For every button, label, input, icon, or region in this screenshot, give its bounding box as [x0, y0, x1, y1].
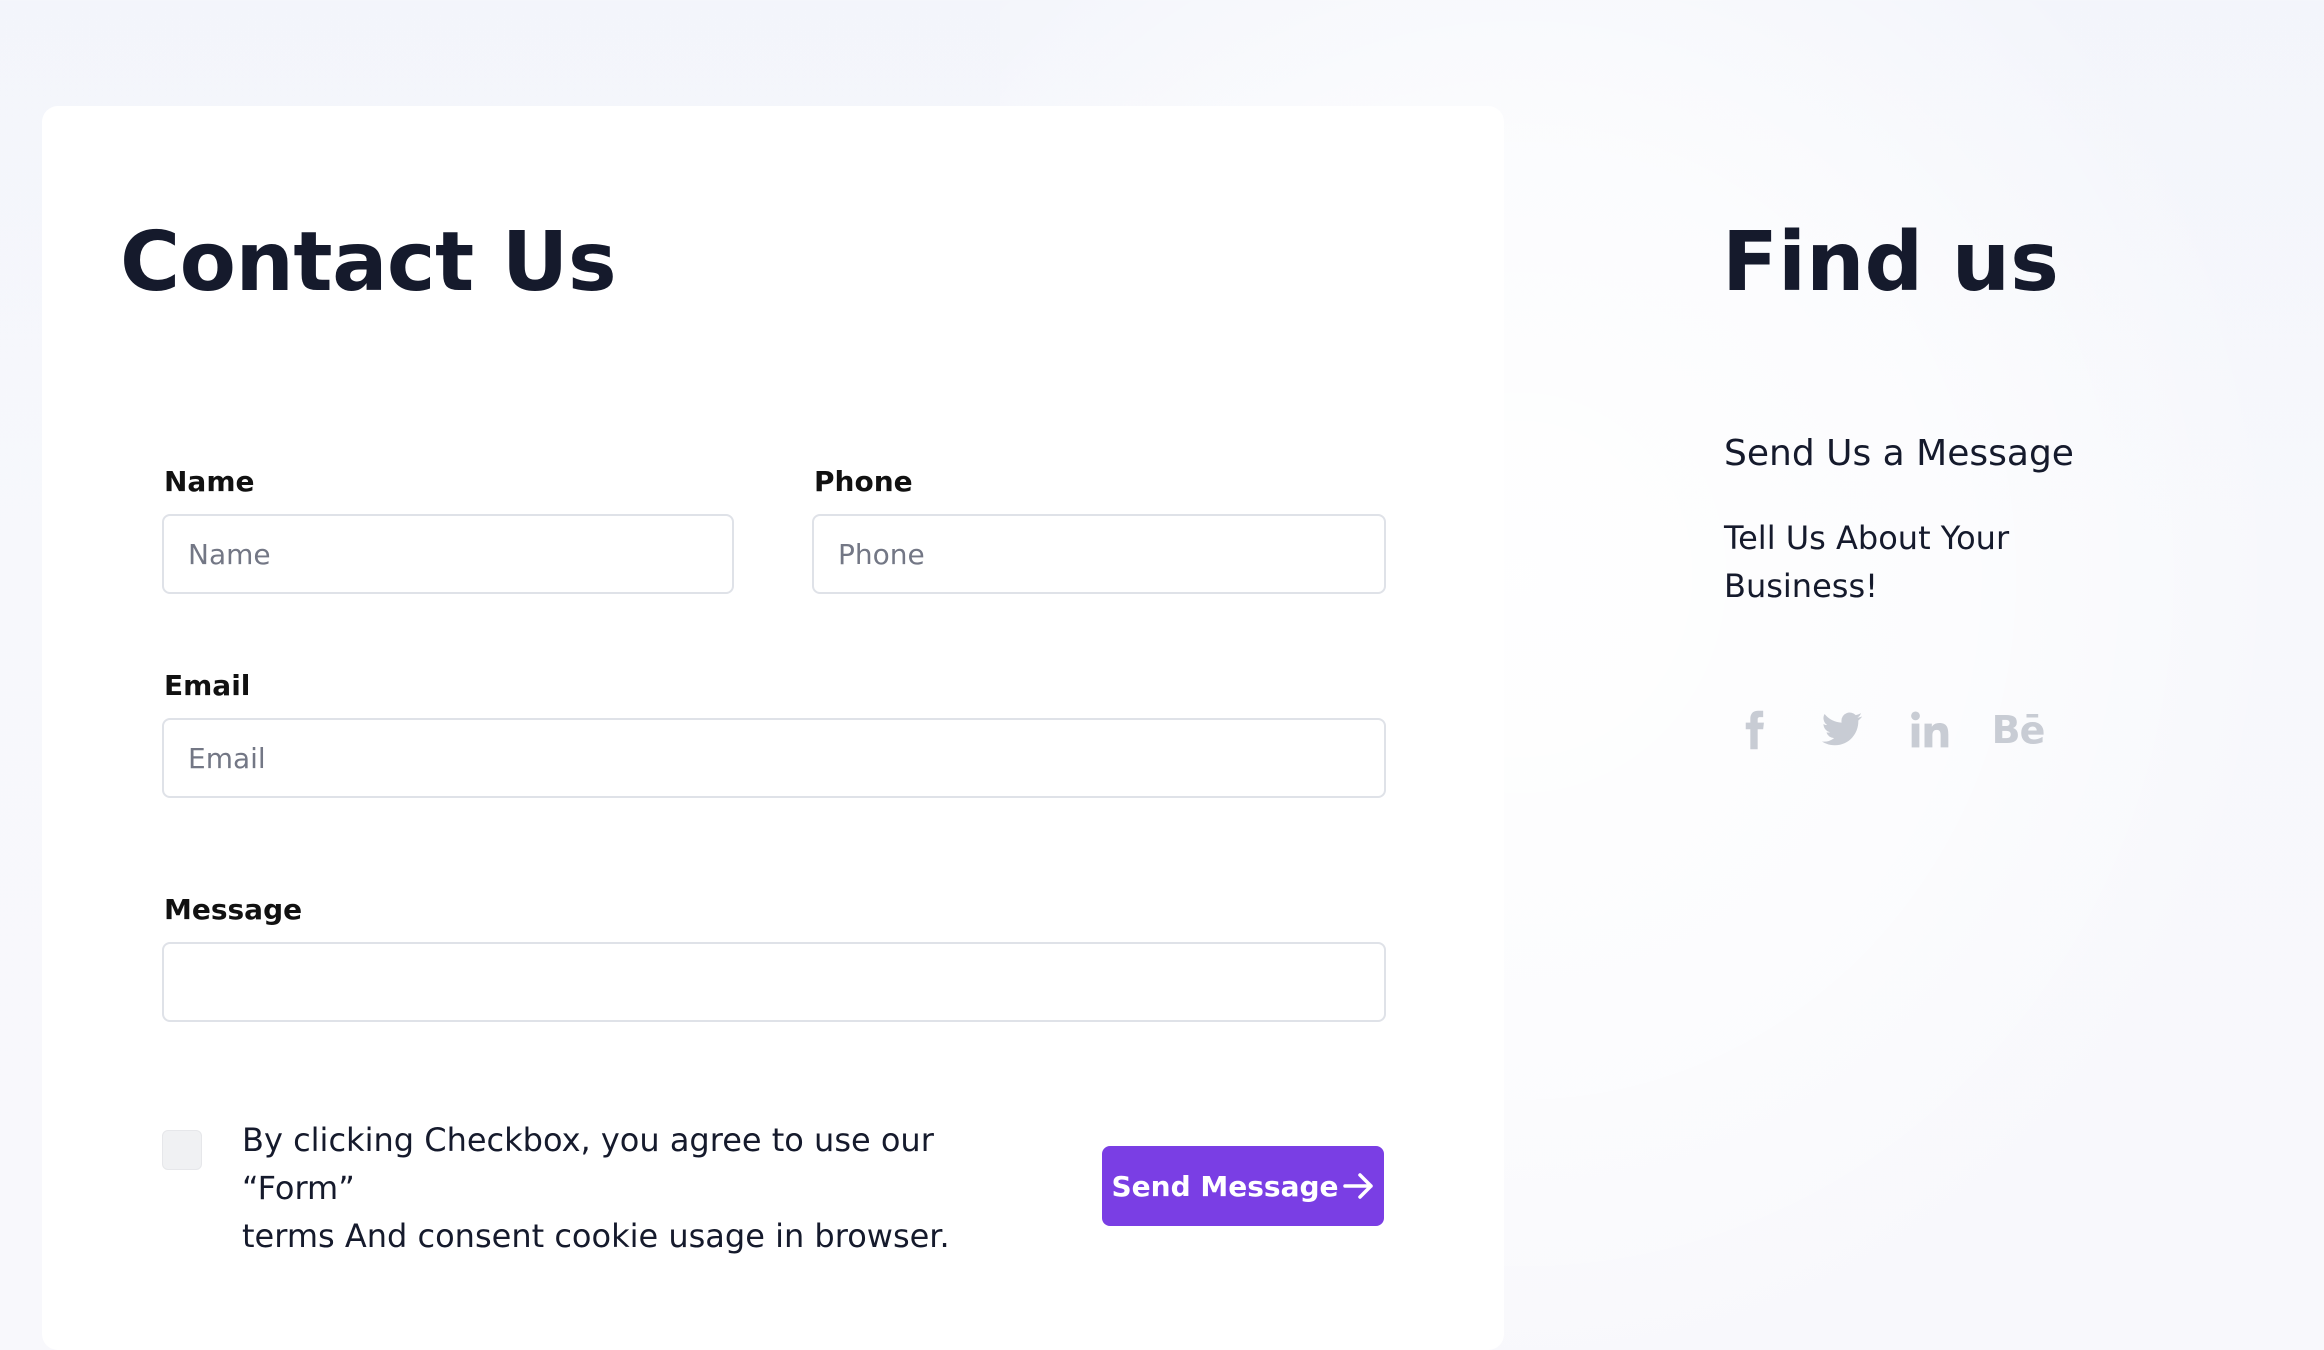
- name-input[interactable]: [162, 514, 734, 594]
- find-us-title: Find us: [1722, 215, 2059, 310]
- contact-title: Contact Us: [120, 215, 617, 310]
- twitter-icon: [1821, 712, 1863, 746]
- phone-label: Phone: [814, 465, 913, 498]
- email-input[interactable]: [162, 718, 1386, 798]
- linkedin-icon: [1911, 711, 1949, 748]
- behance-icon: Bē: [1991, 708, 2046, 752]
- consent-checkbox[interactable]: [162, 1130, 202, 1170]
- find-us-text: Tell Us About Your Business!: [1724, 514, 2144, 610]
- email-label: Email: [164, 669, 251, 702]
- find-us-text-line-1: Tell Us About Your: [1724, 519, 2010, 557]
- facebook-link[interactable]: [1730, 706, 1778, 754]
- message-label: Message: [164, 893, 303, 926]
- phone-input[interactable]: [812, 514, 1386, 594]
- send-message-button[interactable]: Send Message: [1102, 1146, 1384, 1226]
- twitter-link[interactable]: [1818, 706, 1866, 754]
- consent-text-line-1: By clicking Checkbox, you agree to use o…: [242, 1121, 934, 1207]
- facebook-icon: [1745, 710, 1764, 750]
- name-label: Name: [164, 465, 255, 498]
- send-message-label: Send Message: [1111, 1169, 1339, 1203]
- linkedin-link[interactable]: [1906, 706, 1954, 754]
- arrow-right-icon: [1342, 1173, 1373, 1199]
- consent-text-line-2: terms And consent cookie usage in browse…: [242, 1217, 950, 1255]
- behance-link[interactable]: Bē: [1991, 706, 2046, 754]
- consent-text: By clicking Checkbox, you agree to use o…: [242, 1116, 1042, 1260]
- find-us-subtitle: Send Us a Message: [1724, 433, 2074, 474]
- find-us-text-line-2: Business!: [1724, 567, 1878, 605]
- message-input[interactable]: [162, 942, 1386, 1022]
- social-links: Bē: [1730, 706, 2046, 754]
